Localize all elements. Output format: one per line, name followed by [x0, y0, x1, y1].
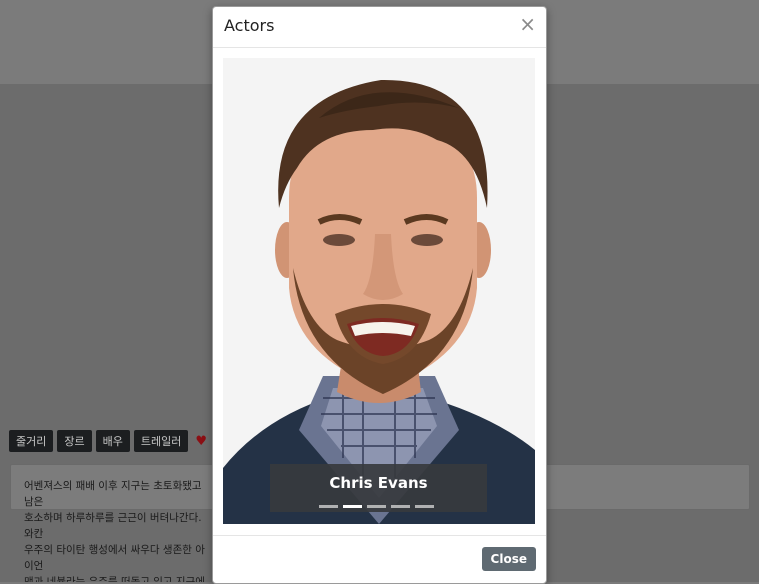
modal-footer: Close [213, 535, 546, 583]
actor-name: Chris Evans [329, 474, 428, 492]
carousel-indicator[interactable] [391, 505, 410, 508]
synopsis-text: 어벤져스의 패배 이후 지구는 초토화됐고 남은 호소하며 하루하루를 근근이 … [24, 480, 205, 582]
carousel-indicator[interactable] [319, 505, 338, 508]
close-icon[interactable]: × [519, 14, 536, 34]
tab-synopsis[interactable]: 줄거리 [9, 430, 54, 452]
tab-trailer[interactable]: 트레일러 [133, 430, 189, 452]
modal-title: Actors [224, 16, 275, 35]
close-button[interactable]: Close [481, 547, 536, 571]
modal-header: Actors × [213, 7, 546, 48]
actor-carousel[interactable]: Chris Evans [223, 58, 535, 524]
actor-portrait-photo [223, 58, 535, 524]
actors-modal: Actors × Chris Evans Close [212, 6, 547, 584]
carousel-indicators [319, 505, 434, 508]
carousel-indicator[interactable] [367, 505, 386, 508]
detail-tabs: 줄거리 장르 배우 트레일러 ♥ [9, 429, 207, 453]
carousel-indicator[interactable] [415, 505, 434, 508]
heart-icon[interactable]: ♥ [195, 434, 207, 449]
tab-genre[interactable]: 장르 [57, 430, 92, 452]
carousel-indicator[interactable] [343, 505, 362, 508]
tab-actors[interactable]: 배우 [95, 430, 130, 452]
